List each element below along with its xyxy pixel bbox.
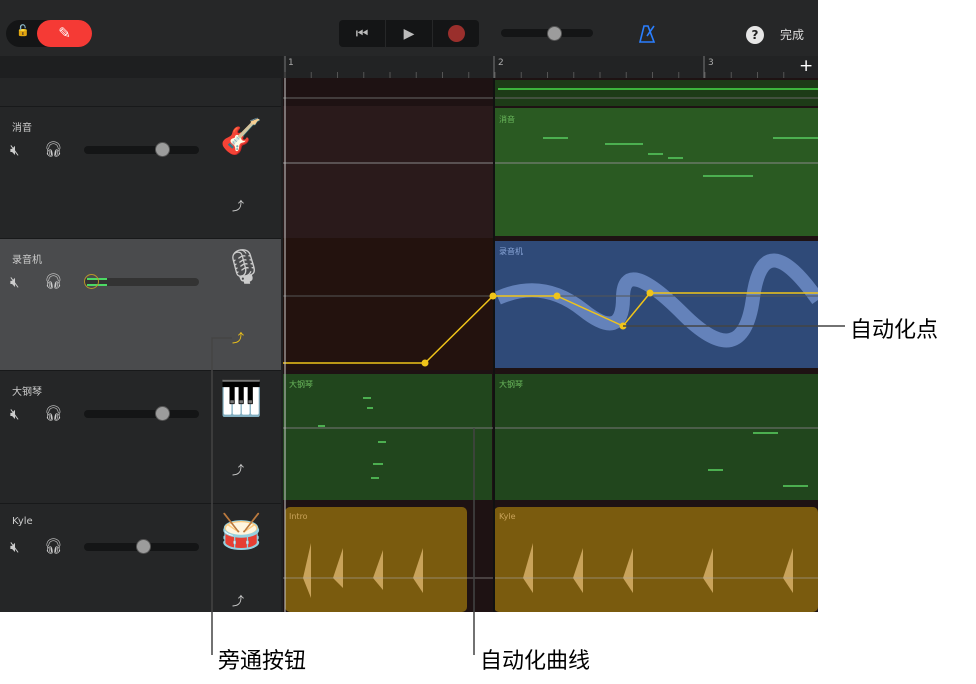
callout-automation-curve: 自动化曲线 xyxy=(480,649,591,674)
callout-lines xyxy=(211,325,845,655)
callout-bypass-button: 旁通按钮 xyxy=(218,649,307,674)
callout-automation-point: 自动化点 xyxy=(850,318,939,343)
